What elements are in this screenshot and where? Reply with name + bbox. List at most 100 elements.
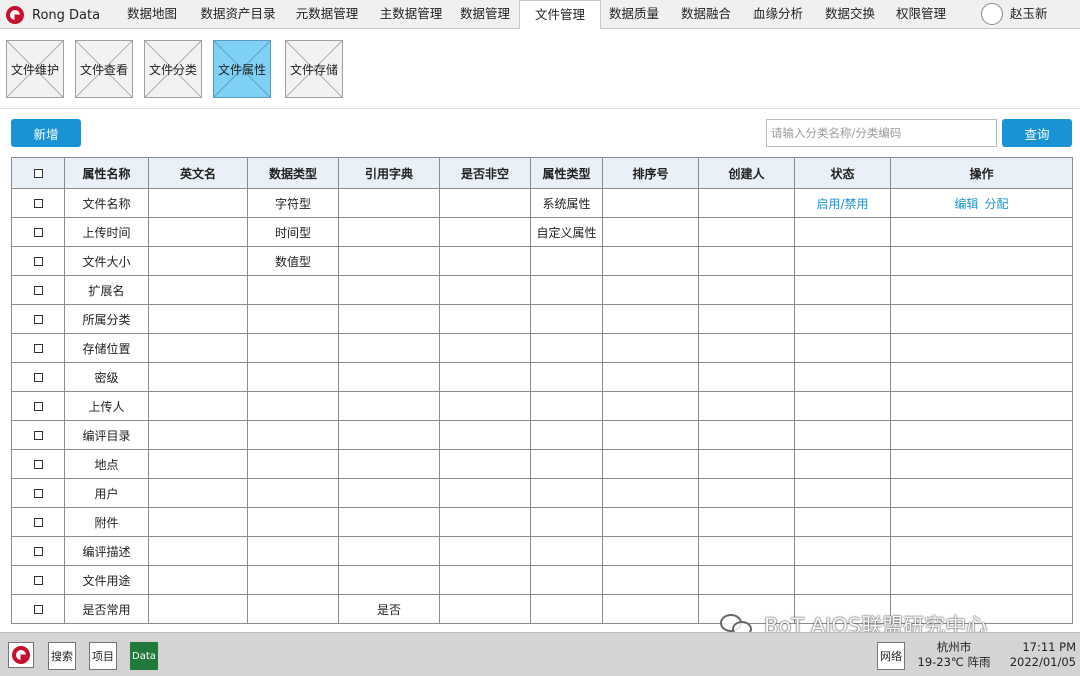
attribute-type-cell: 系统属性 [530,188,603,218]
checkbox-icon[interactable] [33,547,43,556]
operations-cell [890,246,1073,276]
assign-link[interactable]: 分配 [985,197,1009,211]
checkbox-icon[interactable] [33,489,43,498]
column-header: 属性名称 [64,157,149,189]
table-body: 文件名称 字符型 系统属性 启用/禁用 编辑 分配 上传时间 时间型 自定义属性 文件大小 数值型扩… [11,188,1073,624]
operations-cell [890,536,1073,566]
attribute-type-cell [530,594,603,624]
checkbox-icon[interactable] [33,518,43,527]
table-row: 文件大小 数值型 [11,246,1073,276]
taskbar-search-button[interactable]: 搜索 [48,642,76,670]
table-row: 地点 [11,449,1073,479]
checkbox-icon[interactable] [33,402,43,411]
clock: 17:11 PM 2022/01/05 [1000,640,1076,670]
row-checkbox[interactable] [11,275,65,305]
nav-item-lineage-analysis[interactable]: 血缘分析 [748,0,808,29]
column-header: 创建人 [698,157,795,189]
user-avatar[interactable] [981,3,1003,25]
checkbox-icon[interactable] [33,286,43,295]
checkbox-icon[interactable] [33,431,43,440]
taskbar: 搜索 项目 Data 网络 杭州市 19-23℃ 阵雨 17:11 PM 202… [0,632,1080,676]
nav-item-file-management[interactable]: 文件管理 [519,0,601,29]
row-checkbox[interactable] [11,565,65,595]
taskbar-app-data[interactable]: Data [130,642,158,670]
attribute-name-cell: 上传人 [64,391,149,421]
creator-cell [698,565,795,595]
checkbox-icon[interactable] [33,228,43,237]
weather-city: 杭州市 [936,640,972,654]
tile-label: 文件查看 [79,62,128,77]
tile-file-view[interactable]: 文件查看 [75,40,133,98]
brand[interactable]: Rong Data [6,5,100,25]
row-checkbox[interactable] [11,536,65,566]
creator-cell [698,362,795,392]
nav-item-data-map[interactable]: 数据地图 [118,0,186,29]
row-checkbox[interactable] [11,217,65,247]
row-checkbox[interactable] [11,304,65,334]
dictionary-cell [338,275,440,305]
row-checkbox[interactable] [11,333,65,363]
toggle-status-link[interactable]: 启用/禁用 [816,197,868,211]
nav-item-data-asset-catalog[interactable]: 数据资产目录 [194,0,282,29]
creator-cell [698,449,795,479]
checkbox-icon[interactable] [33,373,43,382]
nav-item-metadata-management[interactable]: 元数据管理 [290,0,364,29]
add-button[interactable]: 新增 [11,119,81,147]
dictionary-cell: 是否 [338,594,440,624]
user-name[interactable]: 赵玉新 [1010,0,1048,29]
nav-item-data-management[interactable]: 数据管理 [455,0,515,29]
tile-label: 文件分类 [148,62,197,77]
operations-cell [890,217,1073,247]
row-checkbox[interactable] [11,391,65,421]
row-checkbox[interactable] [11,420,65,450]
dictionary-cell [338,536,440,566]
nav-item-data-exchange[interactable]: 数据交换 [820,0,880,29]
dictionary-cell [338,478,440,508]
tile-file-storage[interactable]: 文件存储 [285,40,343,98]
checkbox-icon[interactable] [33,576,43,585]
nav-item-permission-management[interactable]: 权限管理 [891,0,951,29]
checkbox-icon[interactable] [33,257,43,266]
attribute-name-cell: 扩展名 [64,275,149,305]
row-checkbox[interactable] [11,362,65,392]
nav-item-data-fusion[interactable]: 数据融合 [676,0,736,29]
row-checkbox[interactable] [11,478,65,508]
row-checkbox[interactable] [11,246,65,276]
edit-link[interactable]: 编辑 [954,197,978,211]
table-row: 存储位置 [11,333,1073,363]
checkbox-icon[interactable] [33,199,43,208]
row-checkbox[interactable] [11,188,65,218]
operations-cell [890,275,1073,305]
data-type-cell [247,362,339,392]
row-checkbox[interactable] [11,507,65,537]
search-input[interactable] [766,119,997,147]
checkbox-icon[interactable] [33,605,43,614]
data-type-cell: 时间型 [247,217,339,247]
nav-item-master-data-management[interactable]: 主数据管理 [375,0,447,29]
status-cell: 启用/禁用 [794,188,891,218]
network-button[interactable]: 网络 [877,642,905,670]
checkbox-icon[interactable] [33,315,43,324]
tile-file-category[interactable]: 文件分类 [144,40,202,98]
tile-file-attributes[interactable]: 文件属性 [213,40,271,98]
attribute-type-cell: 自定义属性 [530,217,603,247]
nav-item-data-quality[interactable]: 数据质量 [604,0,664,29]
row-checkbox[interactable] [11,449,65,479]
order-cell [602,188,699,218]
attribute-name-cell: 编评描述 [64,536,149,566]
column-header: 英文名 [148,157,248,189]
taskbar-home-button[interactable]: 项目 [89,642,117,670]
english-name-cell [148,478,248,508]
dictionary-cell [338,217,440,247]
english-name-cell [148,507,248,537]
select-all-checkbox[interactable] [11,157,65,189]
tile-file-maintenance[interactable]: 文件维护 [6,40,64,98]
checkbox-icon[interactable] [33,344,43,353]
row-checkbox[interactable] [11,594,65,624]
start-logo-button[interactable] [8,642,34,668]
clock-date: 2022/01/05 [1009,655,1076,669]
order-cell [602,217,699,247]
not-null-cell [439,478,531,508]
checkbox-icon[interactable] [33,460,43,469]
query-button[interactable]: 查询 [1002,119,1072,147]
